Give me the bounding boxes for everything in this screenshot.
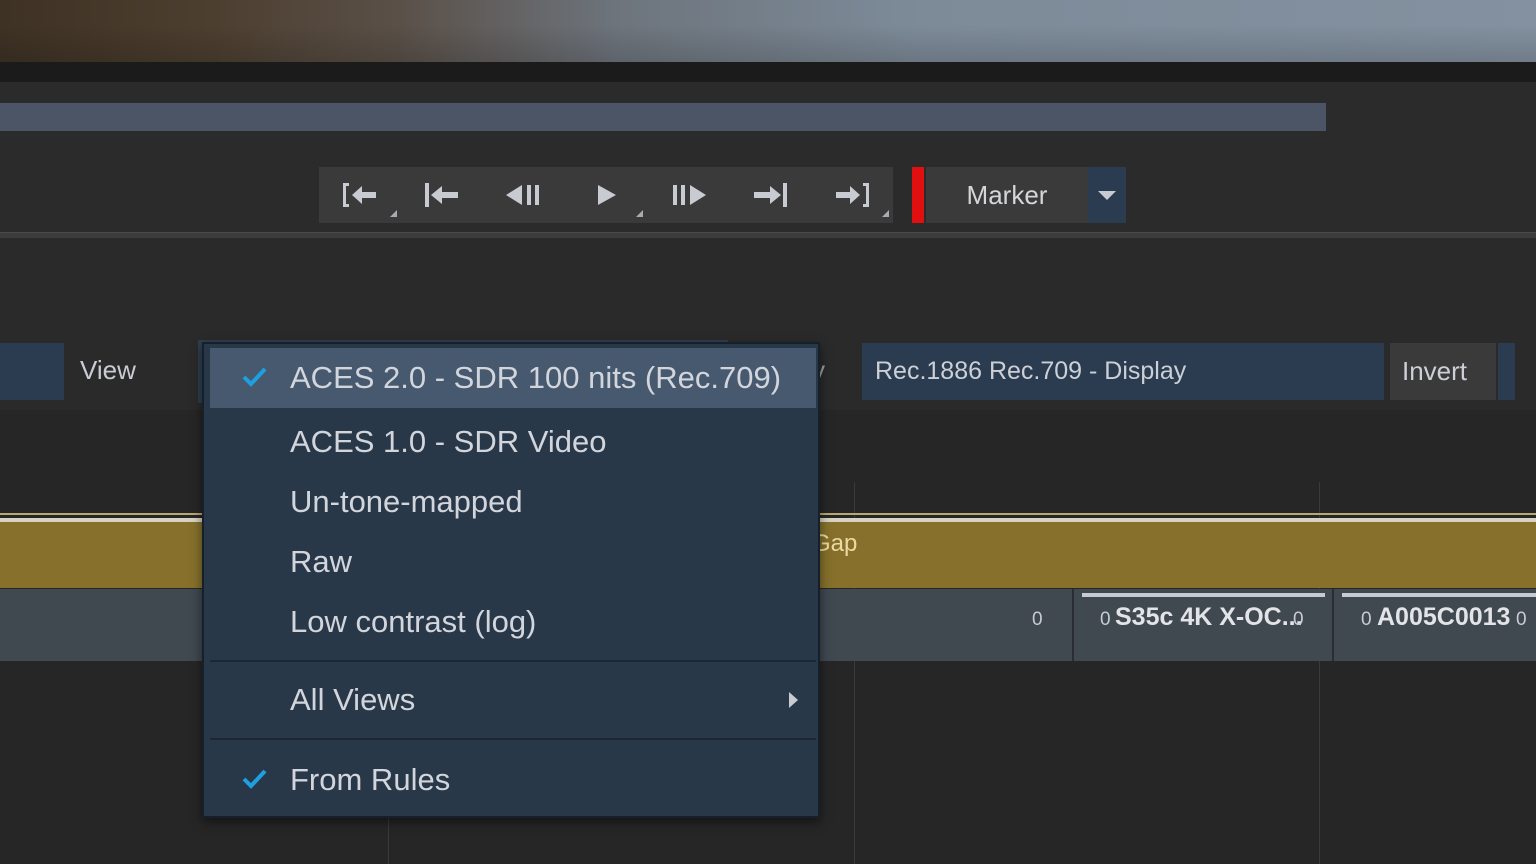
viewer-shade [0,0,1536,62]
right-field[interactable] [1498,343,1515,400]
menu-item-label: From Rules [290,762,451,797]
marker-button[interactable]: Marker [926,167,1088,223]
step-back-button[interactable] [483,167,565,223]
options-corner-icon [882,210,889,217]
menu-item-low-contrast-log[interactable]: Low contrast (log) [210,592,816,652]
clip-end-number: 0 [1293,609,1304,630]
scrub-bar[interactable] [0,103,1326,131]
clip-separator [1332,589,1334,661]
menu-item-raw[interactable]: Raw [210,532,816,592]
play-button[interactable] [565,167,647,223]
menu-item-label: ACES 2.0 - SDR 100 nits (Rec.709) [290,360,782,395]
display-select[interactable]: Rec.1886 Rec.709 - Display [862,343,1384,400]
menu-item-from-rules[interactable]: From Rules [210,750,816,810]
jump-to-out-point-button[interactable] [811,167,893,223]
marker-label: Marker [966,179,1048,210]
menu-item-aces-2-sdr[interactable]: ACES 2.0 - SDR 100 nits (Rec.709) [210,348,816,408]
menu-item-aces-1-sdr-video[interactable]: ACES 1.0 - SDR Video [210,412,816,472]
menu-item-label: All Views [290,682,416,717]
skip-forward-icon [754,183,787,207]
clip-end-number: 0 [1032,609,1043,630]
display-value: Rec.1886 Rec.709 - Display [875,357,1187,385]
play-icon [598,185,616,205]
options-corner-icon [636,210,643,217]
app-window: { "transport": { "buttons": [ {"name": "… [0,0,1536,864]
clip-start-number: 0 [1100,609,1111,630]
go-to-end-button[interactable] [729,167,811,223]
clip-end-number: 0 [1516,609,1527,630]
menu-item-un-tone-mapped[interactable]: Un-tone-mapped [210,472,816,532]
menu-item-label: Raw [290,544,353,579]
clip-separator [1072,589,1074,661]
invert-label: Invert [1402,356,1468,386]
options-corner-icon [390,210,397,217]
view-dropdown-menu: ACES 2.0 - SDR 100 nits (Rec.709) ACES 1… [202,342,820,818]
checkmark-icon [242,367,267,387]
chevron-down-icon [1098,190,1116,200]
invert-button[interactable]: Invert [1390,343,1496,400]
step-forward-icon [673,185,706,205]
menu-item-label: Un-tone-mapped [290,484,523,519]
menu-item-all-views[interactable]: All Views [210,670,816,730]
menu-separator [210,738,816,740]
clip-topline [1082,593,1325,597]
go-to-start-button[interactable] [401,167,483,223]
step-back-icon [506,185,539,205]
skip-back-icon [425,183,458,207]
checkmark-icon [242,769,267,789]
clip-topline [1342,593,1536,597]
menu-separator [210,660,816,662]
marker-color-swatch[interactable] [912,167,924,223]
clip-start-number: 0 [1361,609,1372,630]
input-colorspace-field[interactable] [0,343,64,400]
clip-name[interactable]: S35c 4K X-OC... [1115,603,1303,632]
view-label: View [80,355,136,385]
jump-to-in-point-button[interactable] [319,167,401,223]
submenu-arrow-icon [789,692,798,708]
jump-end-bracket-icon [836,183,869,207]
step-forward-button[interactable] [647,167,729,223]
jump-start-bracket-icon [343,183,376,207]
clip-name[interactable]: A005C0013 [1377,603,1510,632]
marker-dropdown-button[interactable] [1088,167,1126,223]
menu-item-label: Low contrast (log) [290,604,537,639]
transport-controls [319,167,893,223]
viewer-border [0,62,1536,82]
menu-item-label: ACES 1.0 - SDR Video [290,424,607,459]
